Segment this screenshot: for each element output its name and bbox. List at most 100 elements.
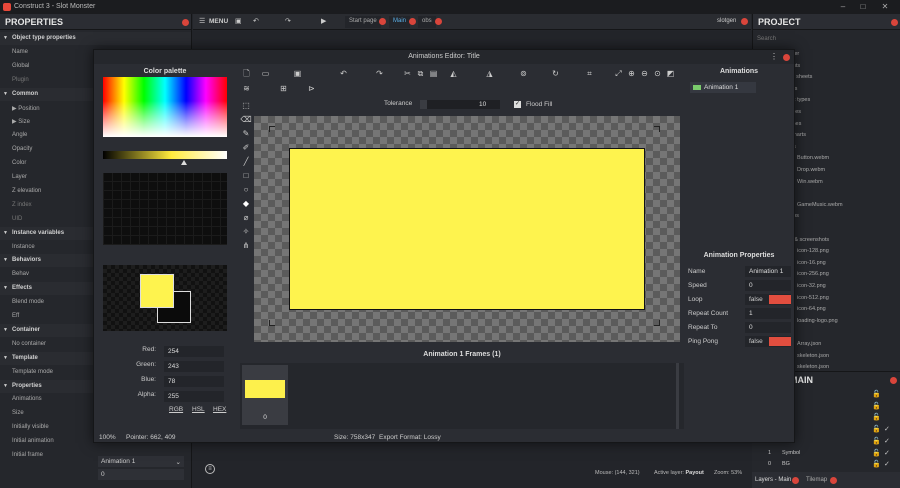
minimize-icon[interactable]: – xyxy=(836,2,850,12)
close-icon[interactable]: ✕ xyxy=(878,2,892,12)
tolerance-value[interactable]: 10 xyxy=(479,101,486,108)
undo-icon[interactable]: ↶ xyxy=(338,68,349,79)
copy-icon[interactable]: ⧉ xyxy=(415,68,426,79)
tab-obs[interactable]: obs xyxy=(418,16,436,28)
panel-menu-icon[interactable] xyxy=(891,19,898,26)
mesh-icon[interactable]: ⋔ xyxy=(240,240,252,252)
project-tree-item[interactable]: skeleton.json xyxy=(797,353,829,359)
project-tree-item[interactable]: icon-64.png xyxy=(797,306,826,312)
user-icon[interactable] xyxy=(741,18,748,25)
rectangle-select-icon[interactable]: ⬚ xyxy=(240,100,252,112)
user-name[interactable]: slotgen xyxy=(717,18,736,24)
project-tree-item[interactable]: icon-16.png xyxy=(797,260,826,266)
undo-icon[interactable]: ↶ xyxy=(253,17,259,25)
zoom-in-icon[interactable]: ⊕ xyxy=(626,68,637,79)
project-tree-item[interactable]: icon-512.png xyxy=(797,295,829,301)
tolerance-slider-handle[interactable] xyxy=(420,100,427,109)
animation-frame-image[interactable] xyxy=(289,148,645,310)
rotate-icon[interactable]: ↻ xyxy=(550,68,561,79)
cut-icon[interactable]: ✂ xyxy=(402,68,413,79)
maximize-icon[interactable]: □ xyxy=(856,2,870,12)
primary-color-swatch[interactable] xyxy=(140,274,174,308)
image-points-icon[interactable]: ⊚ xyxy=(518,68,529,79)
frames-scrollbar[interactable] xyxy=(676,363,679,429)
visibility-check-icon[interactable]: ✓ xyxy=(884,460,890,468)
editor-close-icon[interactable] xyxy=(783,54,790,61)
property-toggle[interactable]: false xyxy=(745,336,791,347)
resize-icon[interactable]: ⤢ xyxy=(613,68,624,79)
save-icon[interactable]: ▣ xyxy=(292,68,303,79)
panel-menu-icon[interactable] xyxy=(890,377,897,384)
tab-start-page[interactable]: Start page xyxy=(345,16,381,28)
list-icon[interactable]: ≡ xyxy=(205,464,215,474)
crop-icon[interactable]: ⌗ xyxy=(584,68,595,79)
panel-menu-icon[interactable] xyxy=(182,19,189,26)
project-tree-item[interactable]: Win.webm xyxy=(797,179,823,185)
visibility-check-icon[interactable]: ✓ xyxy=(884,437,890,445)
play-icon[interactable]: ▶ xyxy=(321,17,326,25)
lock-icon[interactable]: 🔓 xyxy=(872,437,881,445)
save-icon[interactable]: ▣ xyxy=(235,17,242,25)
play-preview-icon[interactable]: ⊳ xyxy=(306,83,317,94)
hex-mode-link[interactable]: HEX xyxy=(213,406,226,413)
layers-stack-icon[interactable]: ≋ xyxy=(241,83,252,94)
animation-list-item[interactable]: Animation 1 xyxy=(690,82,756,93)
grid-icon[interactable]: ⊞ xyxy=(278,83,289,94)
open-folder-icon[interactable]: ▭ xyxy=(260,68,271,79)
origin-point-icon[interactable]: ✧ xyxy=(240,226,252,238)
toggle-background-icon[interactable]: ◩ xyxy=(665,68,676,79)
tab-layers-main[interactable]: Layers - Main xyxy=(755,477,791,483)
project-tree-item[interactable]: loading-logo.png xyxy=(797,318,838,324)
alpha-input[interactable]: 255 xyxy=(164,391,224,402)
project-tree-item[interactable]: GameMusic.webm xyxy=(797,202,843,208)
project-search-input[interactable]: Search xyxy=(757,36,776,42)
tab-main[interactable]: Main xyxy=(389,16,411,28)
pencil-icon[interactable]: ✎ xyxy=(240,128,252,140)
project-tree-item[interactable]: Button.webm xyxy=(797,155,829,161)
more-options-icon[interactable]: ⋮ xyxy=(770,52,778,61)
color-spectrum-picker[interactable] xyxy=(103,77,227,137)
frame-thumbnail[interactable]: 0 xyxy=(242,365,288,425)
brush-icon[interactable]: ✐ xyxy=(240,142,252,154)
tab-tilemap[interactable]: Tilemap xyxy=(806,477,827,483)
property-value[interactable]: 1 xyxy=(745,308,791,319)
lock-icon[interactable]: 🔓 xyxy=(872,425,881,433)
tab-close-icon[interactable] xyxy=(792,477,799,484)
tab-close-icon[interactable] xyxy=(830,477,837,484)
project-tree-item[interactable]: skeleton.json xyxy=(797,364,829,370)
line-icon[interactable]: ╱ xyxy=(240,156,252,168)
new-icon[interactable]: 🗋 xyxy=(241,68,252,79)
project-tree-item[interactable]: icon-128.png xyxy=(797,248,829,254)
lock-icon[interactable]: 🔓 xyxy=(872,402,881,410)
visibility-check-icon[interactable]: ✓ xyxy=(884,449,890,457)
property-section[interactable]: Object type properties xyxy=(0,32,191,45)
hsl-mode-link[interactable]: HSL xyxy=(192,406,205,413)
red-input[interactable]: 254 xyxy=(164,346,224,357)
rgb-mode-link[interactable]: RGB xyxy=(169,406,183,413)
property-value[interactable]: 0 xyxy=(745,322,791,333)
toggle-indicator[interactable] xyxy=(769,337,791,346)
tab-close-icon[interactable] xyxy=(435,18,442,25)
resize-handle[interactable] xyxy=(654,320,660,326)
lock-icon[interactable]: 🔓 xyxy=(872,449,881,457)
initial-animation-select[interactable]: Animation 1 ⌄ xyxy=(98,456,184,467)
toggle-indicator[interactable] xyxy=(769,295,791,304)
shade-slider-handle[interactable] xyxy=(181,160,187,165)
resize-handle[interactable] xyxy=(654,126,660,132)
project-tree-item[interactable]: Drop.webm xyxy=(797,167,825,173)
lock-icon[interactable]: 🔓 xyxy=(872,460,881,468)
color-picker-icon[interactable]: ⌀ xyxy=(240,212,252,224)
project-tree-item[interactable]: icon-32.png xyxy=(797,283,826,289)
flip-vertical-icon[interactable]: ◮ xyxy=(484,68,495,79)
flood-fill-checkbox[interactable]: ✓ xyxy=(514,101,521,108)
green-input[interactable]: 243 xyxy=(164,361,224,372)
redo-icon[interactable]: ↷ xyxy=(285,17,291,25)
fill-bucket-icon[interactable]: ◆ xyxy=(240,198,252,210)
lock-icon[interactable]: 🔓 xyxy=(872,413,881,421)
initial-frame-field[interactable]: 0 xyxy=(98,469,184,480)
ellipse-icon[interactable]: ○ xyxy=(240,184,252,196)
rectangle-icon[interactable]: □ xyxy=(240,170,252,182)
tolerance-slider[interactable] xyxy=(420,100,500,109)
shade-slider[interactable] xyxy=(103,151,227,159)
flip-horizontal-icon[interactable]: ◭ xyxy=(448,68,459,79)
